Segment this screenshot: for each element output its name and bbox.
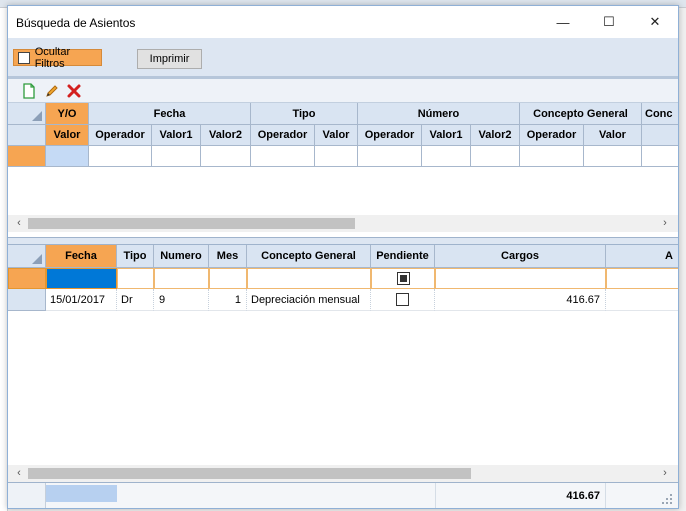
- col-header-numero[interactable]: Numero: [154, 245, 209, 268]
- total-cargos: 416.67: [435, 483, 606, 508]
- resize-grip-icon[interactable]: [662, 494, 672, 504]
- filter-cell-concepto[interactable]: [247, 268, 371, 289]
- filter-cell-pendiente[interactable]: [371, 268, 435, 289]
- scroll-left-icon[interactable]: ‹: [12, 216, 26, 230]
- col-header-concepto[interactable]: Concepto General: [247, 245, 371, 268]
- filter-cell[interactable]: [471, 146, 520, 167]
- scroll-thumb[interactable]: [28, 468, 471, 479]
- grid-corner: [8, 103, 46, 125]
- cell-tipo[interactable]: Dr: [117, 289, 154, 311]
- close-button[interactable]: ✕: [632, 6, 678, 38]
- group-header-yo[interactable]: Y/O: [46, 103, 89, 125]
- cell-numero[interactable]: 9: [154, 289, 209, 311]
- subheader-tipo-operador[interactable]: Operador: [251, 125, 315, 146]
- subheader-numero-valor2[interactable]: Valor2: [471, 125, 520, 146]
- filter-cell[interactable]: [584, 146, 642, 167]
- hide-filters-toggle[interactable]: Ocultar Filtros: [13, 46, 102, 70]
- delete-x-icon[interactable]: [65, 82, 83, 100]
- cell-concepto[interactable]: Depreciación mensual: [247, 289, 371, 311]
- search-entries-window: Búsqueda de Asientos — ☐ ✕ Ocultar Filtr…: [7, 5, 679, 509]
- pendiente-checkbox[interactable]: [396, 293, 409, 306]
- group-header-concepto[interactable]: Concepto General: [520, 103, 642, 125]
- totals-footer: 416.67: [8, 482, 678, 508]
- subheader-fecha-operador[interactable]: Operador: [89, 125, 152, 146]
- minimize-icon: —: [556, 14, 570, 30]
- cell-cargos[interactable]: 416.67: [435, 289, 606, 311]
- filter-cell[interactable]: [152, 146, 201, 167]
- footer-selector: [8, 483, 46, 508]
- subheader-corner: [8, 125, 46, 146]
- filter-cell-mes[interactable]: [209, 268, 247, 289]
- filter-cell[interactable]: [358, 146, 422, 167]
- subheader-fecha-valor1[interactable]: Valor1: [152, 125, 201, 146]
- subheader-fecha-valor2[interactable]: Valor2: [201, 125, 251, 146]
- col-header-fecha[interactable]: Fecha: [46, 245, 117, 268]
- subheader-numero-operador[interactable]: Operador: [358, 125, 422, 146]
- cell-fecha[interactable]: 15/01/2017: [46, 289, 117, 311]
- footer-fecha-cell: [46, 485, 117, 502]
- scroll-thumb[interactable]: [28, 218, 355, 229]
- subheader-conc-extra[interactable]: [642, 125, 678, 146]
- scroll-right-icon[interactable]: ›: [658, 466, 672, 480]
- filter-cell-fecha[interactable]: [46, 268, 117, 289]
- row-selector[interactable]: [8, 289, 46, 311]
- group-header-conc[interactable]: Conc: [642, 103, 678, 125]
- toolbar: [8, 79, 678, 103]
- subheader-numero-valor1[interactable]: Valor1: [422, 125, 471, 146]
- filter-cell[interactable]: [422, 146, 471, 167]
- filter-cell[interactable]: [89, 146, 152, 167]
- filter-cell[interactable]: [251, 146, 315, 167]
- subheader-tipo-valor[interactable]: Valor: [315, 125, 358, 146]
- minimize-button[interactable]: —: [540, 6, 586, 38]
- maximize-icon: ☐: [603, 14, 615, 29]
- filter-cell[interactable]: [315, 146, 358, 167]
- filter-row-selector[interactable]: [8, 146, 46, 167]
- filter-grid-hscrollbar[interactable]: ‹ ›: [8, 215, 678, 232]
- window-title: Búsqueda de Asientos: [16, 16, 136, 30]
- cell-mes[interactable]: 1: [209, 289, 247, 311]
- filter-cell-tipo[interactable]: [117, 268, 154, 289]
- title-bar: Búsqueda de Asientos — ☐ ✕: [8, 6, 678, 38]
- results-grid: Fecha Tipo Numero Mes Concepto General P…: [8, 244, 678, 482]
- subheader-concepto-operador[interactable]: Operador: [520, 125, 584, 146]
- group-header-fecha[interactable]: Fecha: [89, 103, 251, 125]
- col-header-pendiente[interactable]: Pendiente: [371, 245, 435, 268]
- hide-filters-label: Ocultar Filtros: [34, 45, 71, 70]
- filter-cell-yo[interactable]: [46, 146, 89, 167]
- col-header-mes[interactable]: Mes: [209, 245, 247, 268]
- scroll-left-icon[interactable]: ‹: [12, 466, 26, 480]
- subheader-yo-valor[interactable]: Valor: [46, 125, 89, 146]
- filter-row-selector[interactable]: [8, 268, 46, 289]
- cell-pendiente[interactable]: [371, 289, 435, 311]
- new-document-icon[interactable]: [20, 82, 38, 100]
- group-header-numero[interactable]: Número: [358, 103, 520, 125]
- filter-cell[interactable]: [642, 146, 678, 167]
- filter-cell[interactable]: [520, 146, 584, 167]
- filter-grid: Y/O Fecha Tipo Número Concepto General C…: [8, 103, 678, 238]
- filter-cell-numero[interactable]: [154, 268, 209, 289]
- scroll-right-icon[interactable]: ›: [658, 216, 672, 230]
- filter-bar: Ocultar Filtros Imprimir: [8, 38, 678, 76]
- filter-cell-abonos[interactable]: [606, 268, 678, 289]
- filter-cell-cargos[interactable]: [435, 268, 606, 289]
- pendiente-indeterminate-checkbox[interactable]: [396, 272, 410, 285]
- close-icon: ✕: [649, 14, 661, 29]
- group-header-tipo[interactable]: Tipo: [251, 103, 358, 125]
- results-corner: [8, 245, 46, 268]
- print-button[interactable]: Imprimir: [137, 49, 202, 69]
- maximize-button[interactable]: ☐: [586, 6, 632, 38]
- subheader-concepto-valor[interactable]: Valor: [584, 125, 642, 146]
- cell-abonos[interactable]: [606, 289, 678, 311]
- col-header-abonos[interactable]: A: [606, 245, 678, 268]
- filter-cell[interactable]: [201, 146, 251, 167]
- col-header-tipo[interactable]: Tipo: [117, 245, 154, 268]
- results-grid-hscrollbar[interactable]: ‹ ›: [8, 465, 678, 482]
- col-header-cargos[interactable]: Cargos: [435, 245, 606, 268]
- edit-pencil-icon[interactable]: [43, 82, 61, 100]
- hide-filters-checkbox[interactable]: [18, 51, 30, 64]
